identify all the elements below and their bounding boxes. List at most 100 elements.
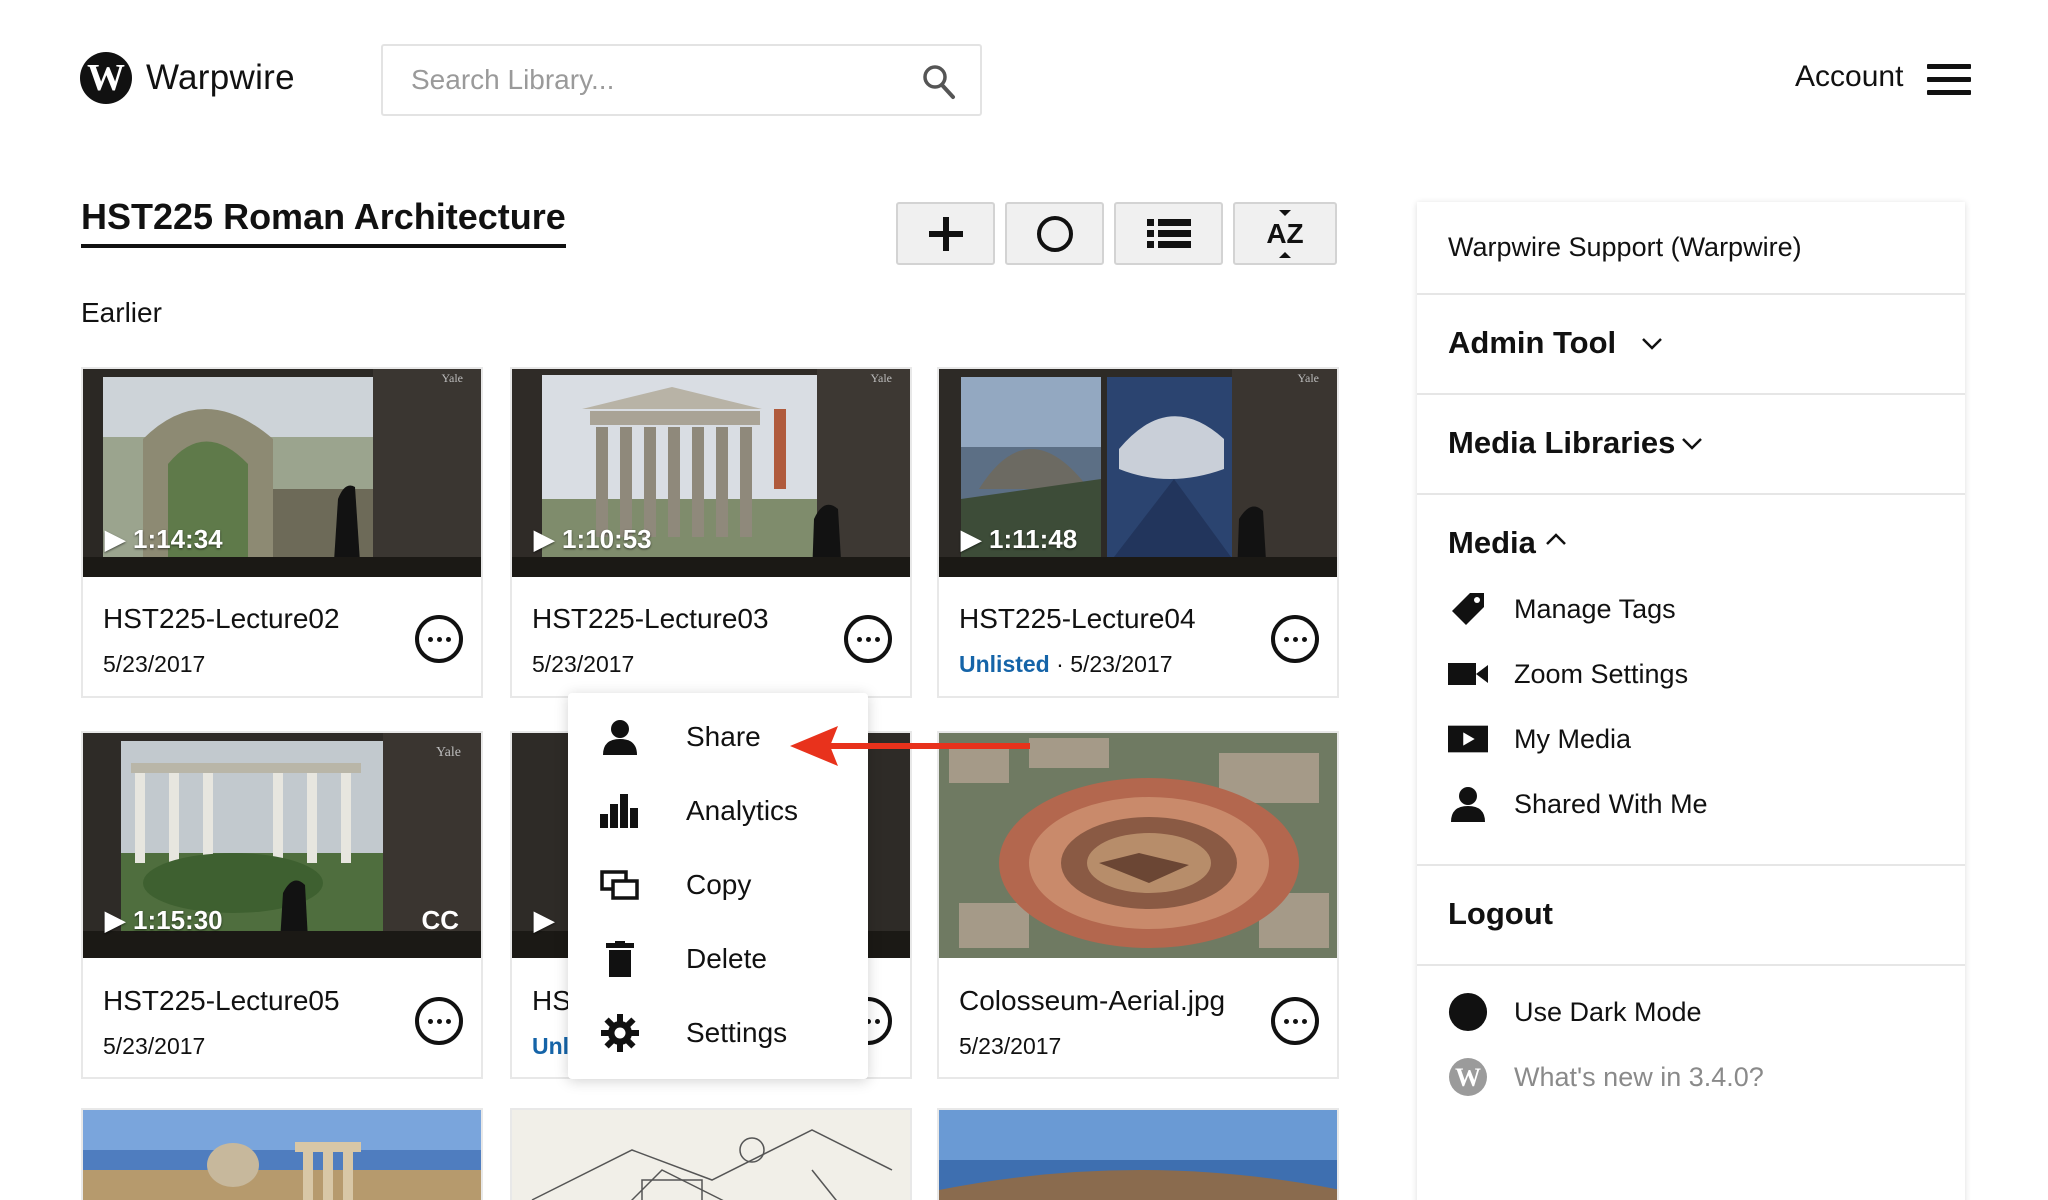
- sidebar-user: Warpwire Support (Warpwire): [1417, 202, 1965, 295]
- list-view-icon: [1146, 218, 1191, 248]
- closed-captions-badge: CC: [421, 905, 459, 935]
- sidebar-item-my-media[interactable]: My Media: [1448, 717, 1848, 761]
- account-link[interactable]: Account: [1795, 60, 1903, 94]
- card-meta: Unl: [532, 1033, 570, 1059]
- chevron-down-icon: [1642, 338, 1662, 350]
- card-date: 5/23/2017: [532, 651, 635, 677]
- duration-badge: ▶ 1:15:30: [105, 905, 223, 935]
- tag-icon: [1448, 589, 1488, 629]
- sidebar-section-media: Media Manage Tags Zoom Settings My Media…: [1417, 495, 1965, 866]
- sidebar-item-zoom-settings[interactable]: Zoom Settings: [1448, 652, 1848, 696]
- person-icon: [1448, 784, 1488, 824]
- card-date: 5/23/2017: [959, 1033, 1062, 1059]
- copy-icon: [600, 865, 640, 905]
- watermark: Yale: [441, 371, 463, 385]
- list-view-button[interactable]: [1114, 202, 1223, 265]
- media-card[interactable]: Colosseum-Aerial.jpg 5/23/2017: [937, 731, 1339, 1079]
- card-title[interactable]: HST225-Lecture02: [103, 603, 340, 635]
- card-title[interactable]: Colosseum-Aerial.jpg: [959, 985, 1225, 1017]
- dark-mode-circle-icon: [1448, 992, 1488, 1032]
- watermark: Yale: [435, 745, 461, 760]
- sort-az-icon: AZ: [1262, 209, 1308, 258]
- video-thumbnail[interactable]: Yale ▶ 1:14:34: [83, 369, 481, 577]
- media-card[interactable]: [81, 1108, 483, 1200]
- trash-icon: [600, 939, 640, 979]
- card-date: 5/23/2017: [103, 1033, 206, 1059]
- circle-icon: [1036, 215, 1073, 252]
- sidebar-item-media-libraries[interactable]: Media Libraries: [1417, 395, 1965, 495]
- svg-text:W: W: [1455, 1063, 1481, 1092]
- gear-icon: [600, 1013, 640, 1053]
- card-title[interactable]: HST225-Lecture04: [959, 603, 1196, 635]
- play-icon: ▶: [534, 524, 554, 554]
- media-card[interactable]: Yale ▶ 1:10:53 HST225-Lecture03 5/23/2017: [510, 367, 912, 698]
- menu-item-delete[interactable]: Delete: [568, 929, 868, 989]
- circle-button[interactable]: [1005, 202, 1104, 265]
- card-date: 5/23/2017: [103, 651, 206, 677]
- duration-badge: ▶ 1:11:48: [961, 524, 1078, 554]
- play-icon: ▶: [105, 524, 125, 554]
- section-label: Earlier: [81, 297, 162, 328]
- more-options-icon[interactable]: [415, 997, 463, 1045]
- sidebar-panel: Warpwire Support (Warpwire) Admin Tool M…: [1417, 202, 1965, 1200]
- video-thumbnail[interactable]: Yale ▶ 1:15:30 CC: [83, 733, 481, 958]
- card-title[interactable]: HST225-Lecture05: [103, 985, 340, 1017]
- sidebar-item-shared-with-me[interactable]: Shared With Me: [1448, 782, 1848, 826]
- menu-item-analytics[interactable]: Analytics: [568, 781, 868, 841]
- video-camera-icon: [1448, 654, 1488, 694]
- search-box[interactable]: [381, 44, 982, 116]
- annotation-arrow-icon: [790, 726, 1030, 766]
- video-thumbnail[interactable]: Yale ▶ 1:11:48: [939, 369, 1337, 577]
- add-icon: [928, 216, 963, 251]
- media-card[interactable]: Yale ▶ 1:14:34 HST225-Lecture02 5/23/2017: [81, 367, 483, 698]
- duration-badge: ▶ 1:14:34: [105, 524, 223, 554]
- sort-az-button[interactable]: AZ: [1233, 202, 1337, 265]
- sort-az-label: AZ: [1266, 217, 1304, 249]
- warpwire-logo-icon: W: [80, 52, 132, 104]
- play-icon: ▶: [961, 524, 981, 554]
- image-thumbnail[interactable]: [939, 1110, 1339, 1200]
- bar-chart-icon: [600, 791, 640, 831]
- sidebar-item-manage-tags[interactable]: Manage Tags: [1448, 587, 1848, 631]
- chevron-down-icon: [1682, 438, 1702, 450]
- unlisted-badge: Unlisted: [959, 651, 1050, 677]
- search-input[interactable]: [383, 46, 980, 114]
- menu-item-settings[interactable]: Settings: [568, 1003, 868, 1063]
- media-card[interactable]: Yale ▶ 1:15:30 CC HST225-Lecture05 5/23/2…: [81, 731, 483, 1079]
- hamburger-menu-icon[interactable]: [1927, 64, 1971, 95]
- watermark: Yale: [1297, 371, 1319, 385]
- duration-badge: ▶: [534, 905, 554, 936]
- menu-item-copy[interactable]: Copy: [568, 855, 868, 915]
- sidebar-item-logout[interactable]: Logout: [1417, 866, 1965, 966]
- video-thumbnail[interactable]: Yale ▶ 1:10:53: [512, 369, 910, 577]
- play-icon: ▶: [534, 905, 554, 935]
- logo[interactable]: W Warpwire: [80, 52, 295, 104]
- watermark: Yale: [870, 371, 892, 385]
- app-name: Warpwire: [146, 58, 295, 97]
- media-card[interactable]: [510, 1108, 912, 1200]
- chevron-up-icon[interactable]: [1545, 532, 1567, 546]
- card-title[interactable]: HST225-Lecture03: [532, 603, 769, 635]
- more-options-icon[interactable]: [415, 615, 463, 663]
- play-icon: ▶: [105, 905, 125, 935]
- media-card[interactable]: Yale ▶ 1:11:48 HST225-Lecture04 Unlisted …: [937, 367, 1339, 698]
- search-icon[interactable]: [922, 64, 956, 100]
- add-button[interactable]: [896, 202, 995, 265]
- image-thumbnail[interactable]: [512, 1110, 912, 1200]
- card-meta: Unlisted · 5/23/2017: [959, 651, 1173, 677]
- page-title: HST225 Roman Architecture: [81, 196, 566, 248]
- more-options-icon[interactable]: [1271, 997, 1319, 1045]
- dark-mode-toggle[interactable]: Use Dark Mode: [1448, 990, 1868, 1034]
- more-options-icon[interactable]: [1271, 615, 1319, 663]
- sidebar-item-media[interactable]: Media: [1448, 525, 1536, 561]
- image-thumbnail[interactable]: [83, 1110, 483, 1200]
- play-box-icon: [1448, 719, 1488, 759]
- duration-badge: ▶ 1:10:53: [534, 524, 652, 554]
- whats-new-link[interactable]: W What's new in 3.4.0?: [1448, 1055, 1868, 1099]
- sidebar-item-admin-tool[interactable]: Admin Tool: [1417, 295, 1965, 395]
- media-card[interactable]: [937, 1108, 1339, 1200]
- person-icon: [600, 717, 640, 757]
- more-options-icon[interactable]: [844, 615, 892, 663]
- warpwire-logo-icon: W: [1448, 1057, 1488, 1097]
- card-title[interactable]: HS: [532, 985, 571, 1017]
